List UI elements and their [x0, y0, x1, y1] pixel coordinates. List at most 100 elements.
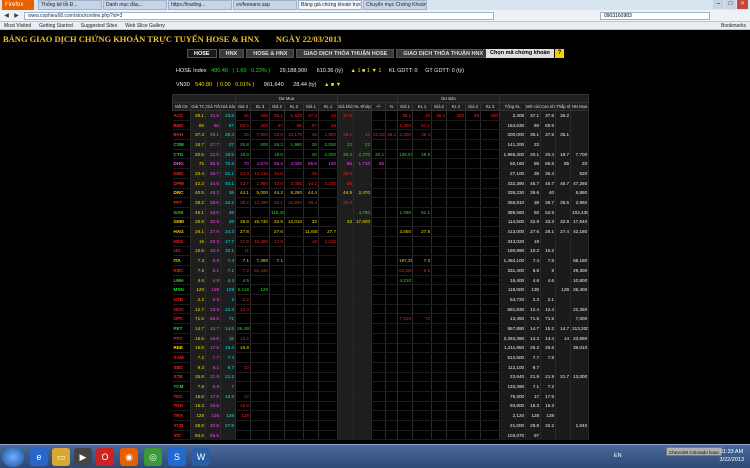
- table-row[interactable]: LMH 4.6 4.8 4.4 4.5 4,210 15,400 4.6 4.6 10,800: [172, 275, 590, 286]
- maximize-icon[interactable]: □: [725, 0, 736, 9]
- table-row[interactable]: DHG 75 80.3 70.3 70 4,570 85.2 3,000 85.5 100 86 1,…: [172, 158, 590, 170]
- column-header[interactable]: Thấp nhất: [555, 102, 572, 111]
- symbol-cell[interactable]: REE: [172, 343, 191, 354]
- exchange-tab[interactable]: HOSE: [187, 49, 217, 58]
- browser-tab[interactable]: Bảng giá chứng khoán trực tuy...: [298, 0, 362, 10]
- symbol-cell[interactable]: PET: [172, 323, 191, 334]
- column-header[interactable]: Giá 1: [397, 102, 414, 111]
- exchange-tab[interactable]: HOSE & HNX: [246, 49, 295, 58]
- close-icon[interactable]: ×: [737, 0, 748, 9]
- table-row[interactable]: REE 16.5 17.5 15.4 15.8 1,211,950 26.2 26.6 39,0…: [172, 343, 590, 354]
- minimize-icon[interactable]: –: [713, 0, 724, 9]
- symbol-cell[interactable]: KBC: [172, 265, 191, 276]
- bookmark-item[interactable]: Most Visited: [4, 22, 31, 29]
- skype-icon[interactable]: S: [168, 448, 186, 466]
- table-row[interactable]: VCB 28.8 30.8 27.8 21,000 28.8 32.2 1,040: [172, 420, 590, 431]
- table-row[interactable]: CTG 20.5 21.5 19.5 18.9 19.5 20 2,000 20.4 2,270 2…: [172, 149, 590, 160]
- table-row[interactable]: BMC 86 86 67 58.5 200 67 86 67 59 2,203 67.1 154,530…: [172, 120, 590, 131]
- table-row[interactable]: HSG 19 20.3 17.7 17.9 19,400 17.9 18 2,010 343,02…: [172, 236, 590, 247]
- symbol-cell[interactable]: GMD: [172, 217, 191, 228]
- column-header[interactable]: NN Mua: [570, 102, 590, 111]
- folder-icon[interactable]: ▭: [52, 448, 70, 466]
- table-row[interactable]: TRA 128 126 128 128 2,120 128 128: [172, 410, 590, 421]
- column-header[interactable]: Giá 3: [465, 102, 482, 111]
- column-header[interactable]: Giá Sàn: [220, 102, 236, 111]
- word-icon[interactable]: W: [192, 448, 210, 466]
- ie-icon[interactable]: e: [30, 448, 48, 466]
- column-header[interactable]: Cao nhất: [540, 102, 557, 111]
- opera-icon[interactable]: O: [96, 448, 114, 466]
- exchange-tab[interactable]: HNX: [218, 49, 245, 58]
- column-header[interactable]: KL Khớp: [353, 102, 373, 111]
- column-header[interactable]: Giá 2: [431, 102, 448, 111]
- column-header[interactable]: Giá Trần: [205, 102, 221, 111]
- chrome-icon[interactable]: ◎: [144, 448, 162, 466]
- table-row[interactable]: TDC 16.6 17.9 16.3 17 76,300 17 17.5: [172, 391, 590, 402]
- table-row[interactable]: ITA7.36.97.47.17,3907.1187,2907.31,484,1…: [172, 255, 590, 266]
- choose-symbol-button[interactable]: Chọn mã chứng khoán: [486, 49, 554, 58]
- back-icon[interactable]: ◀: [2, 12, 11, 20]
- table-row[interactable]: IJC 10.6 10.4 10.1 11 190,990 10.2 10.2: [172, 246, 590, 257]
- browser-tab[interactable]: Thống kê lỗi Đ...: [38, 0, 102, 10]
- table-row[interactable]: PET 14.7 15.7 14.5 28,450 557,890 14.7 15.2 14.7…: [172, 323, 590, 334]
- table-row[interactable]: BVH 37.3 39.1 35.3 35 7,900 36.5 10,170 38 1,050 3…: [172, 129, 590, 141]
- table-row[interactable]: GMD 28.9 30.9 28 36.8 15,740 32.9 12,010 33 33 17,…: [172, 217, 590, 228]
- table-row[interactable]: OPC 71.6 66.5 71 7,916 72 13,450 71.5 71.5 7,000: [172, 313, 590, 325]
- symbol-cell[interactable]: DRC: [172, 188, 191, 199]
- symbol-cell[interactable]: SAM: [172, 352, 191, 363]
- table-row[interactable]: ACC 38.1 41.5 33.8 32 296 35.1 1,520 37.3 10 37.5 3…: [172, 110, 590, 121]
- symbol-cell[interactable]: VIC: [172, 430, 191, 441]
- column-header[interactable]: Giá 3: [235, 102, 251, 111]
- table-row[interactable]: NTB 2.2 2.3 2 2.2 54,720 2.3 2.1: [172, 294, 590, 305]
- start-button[interactable]: [2, 447, 24, 467]
- table-row[interactable]: TDH 16.3 16.8 15.9 93,800 16.3 16.3: [172, 401, 590, 412]
- forward-icon[interactable]: ▶: [12, 12, 21, 20]
- symbol-cell[interactable]: OPC: [172, 313, 191, 325]
- symbol-cell[interactable]: HSG: [172, 236, 191, 247]
- column-header[interactable]: KL 1: [317, 102, 339, 111]
- column-header[interactable]: KL 3: [480, 102, 501, 111]
- column-header[interactable]: KL 2: [446, 102, 467, 111]
- table-row[interactable]: SBC 9.3 8.1 9.7 10 112,100 9.7: [172, 362, 590, 373]
- table-row[interactable]: HAG 26.1 27.9 24.3 27.8 27.6 11,600 27.7 3,550 27…: [172, 226, 590, 237]
- symbol-cell[interactable]: HAG: [172, 226, 191, 237]
- symbol-cell[interactable]: ACC: [172, 110, 191, 121]
- search-input[interactable]: 0903160983: [600, 12, 710, 20]
- symbol-cell[interactable]: VCB: [172, 420, 191, 431]
- symbol-cell[interactable]: DPM: [172, 178, 191, 189]
- symbol-cell[interactable]: DHG: [172, 158, 191, 170]
- symbol-cell[interactable]: DMC: [172, 168, 191, 179]
- column-header[interactable]: Tổng KL: [499, 102, 527, 111]
- symbol-cell[interactable]: NTB: [172, 294, 191, 305]
- symbol-cell[interactable]: FPT: [172, 197, 191, 208]
- table-row[interactable]: FPT 38.2 38.6 34.2 38.2 14,290 36.1 16,900 36.4 3…: [172, 197, 590, 208]
- table-row[interactable]: VIC 94.5 66.5 103,670 97: [172, 430, 590, 441]
- exchange-tab[interactable]: GIAO DỊCH THỎA THUẬN HOSE: [296, 49, 395, 58]
- symbol-cell[interactable]: BMC: [172, 120, 191, 131]
- symbol-cell[interactable]: SBC: [172, 362, 191, 373]
- symbol-cell[interactable]: LMH: [172, 275, 191, 286]
- symbol-cell[interactable]: TDH: [172, 401, 191, 412]
- table-row[interactable]: SAM 7.2 7.7 7.4 612,500 7.7 7.8: [172, 352, 590, 363]
- browser-tab[interactable]: Danh mục đầu...: [103, 0, 167, 10]
- symbol-cell[interactable]: CSM: [172, 139, 191, 150]
- table-row[interactable]: DMC 33.4 35.7 31.1 34.4 14,110 34.6 35 33.4 27,10…: [172, 168, 590, 179]
- bookmarks-menu-button[interactable]: Bookmarks: [721, 22, 746, 30]
- column-header[interactable]: KL 1: [412, 102, 433, 111]
- column-header[interactable]: Giá TC: [190, 102, 206, 111]
- table-row[interactable]: STB 25.8 21.9 21.2 22,640 21.9 21.9 21.7 13,000: [172, 372, 590, 383]
- bookmark-item[interactable]: Suggested Sites: [81, 22, 117, 29]
- column-header[interactable]: Mở cửa: [525, 102, 542, 111]
- column-header[interactable]: +/-: [371, 102, 387, 111]
- column-header[interactable]: KL 2: [284, 102, 304, 111]
- symbol-cell[interactable]: PPC: [172, 333, 191, 344]
- column-header[interactable]: Mã CK: [172, 102, 191, 111]
- browser-tab[interactable]: https://trading...: [168, 0, 232, 10]
- table-row[interactable]: PPC 16.6 16.8 15 15.2 2,263,390 14.3 14.4 14 23,6…: [172, 333, 590, 344]
- table-row[interactable]: MSN 120 129 129 6,116 126 119,000 130 129 26,400: [172, 284, 590, 296]
- bookmark-item[interactable]: Getting Started: [39, 22, 73, 29]
- table-row[interactable]: OGC 12.7 13.3 12.3 12.4 591,830 12.4 12.4 22,350: [172, 304, 590, 315]
- bookmark-item[interactable]: Web Slice Gallery: [125, 22, 165, 29]
- symbol-cell[interactable]: CTG: [172, 149, 191, 160]
- symbol-cell[interactable]: BVH: [172, 129, 191, 141]
